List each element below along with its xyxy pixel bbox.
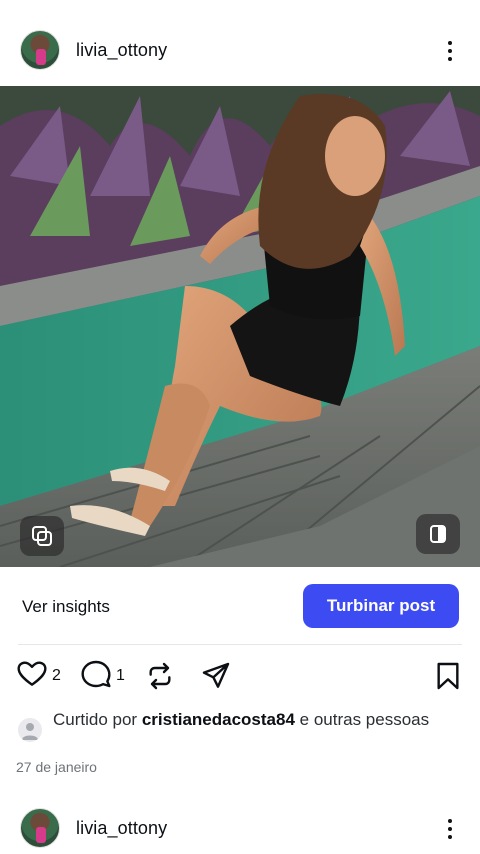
post-photo[interactable] (0, 86, 480, 567)
comment-action[interactable]: 1 (80, 656, 125, 696)
liker-avatar-icon (18, 718, 42, 742)
username[interactable]: livia_ottony (76, 818, 167, 839)
bookmark-icon[interactable] (432, 656, 464, 696)
like-action[interactable]: 2 (16, 656, 61, 696)
post-header: livia_ottony (0, 26, 480, 76)
repost-icon[interactable] (144, 656, 176, 696)
post-actions: 2 1 (0, 656, 480, 696)
send-icon[interactable] (200, 656, 232, 696)
view-insights-link[interactable]: Ver insights (22, 597, 110, 617)
liked-by-text: Curtido por cristianedacosta84 e outras … (53, 710, 430, 729)
more-vertical-icon[interactable] (438, 814, 462, 844)
divider (18, 644, 462, 645)
comment-count[interactable]: 1 (116, 667, 125, 685)
avatar[interactable] (20, 808, 60, 848)
more-vertical-icon[interactable] (438, 36, 462, 66)
heart-icon[interactable] (16, 658, 48, 695)
comment-icon[interactable] (80, 658, 112, 695)
liker-username[interactable]: cristianedacosta84 (142, 710, 295, 729)
post-date: 27 de janeiro (16, 759, 97, 775)
insights-bar: Ver insights Turbinar post (0, 584, 480, 630)
avatar[interactable] (20, 30, 60, 70)
multiple-photos-icon[interactable] (20, 516, 64, 556)
username[interactable]: livia_ottony (76, 40, 167, 61)
switch-view-icon[interactable] (416, 514, 460, 554)
boost-post-button[interactable]: Turbinar post (303, 584, 459, 628)
like-count[interactable]: 2 (52, 667, 61, 685)
next-post-header: livia_ottony (0, 804, 480, 854)
